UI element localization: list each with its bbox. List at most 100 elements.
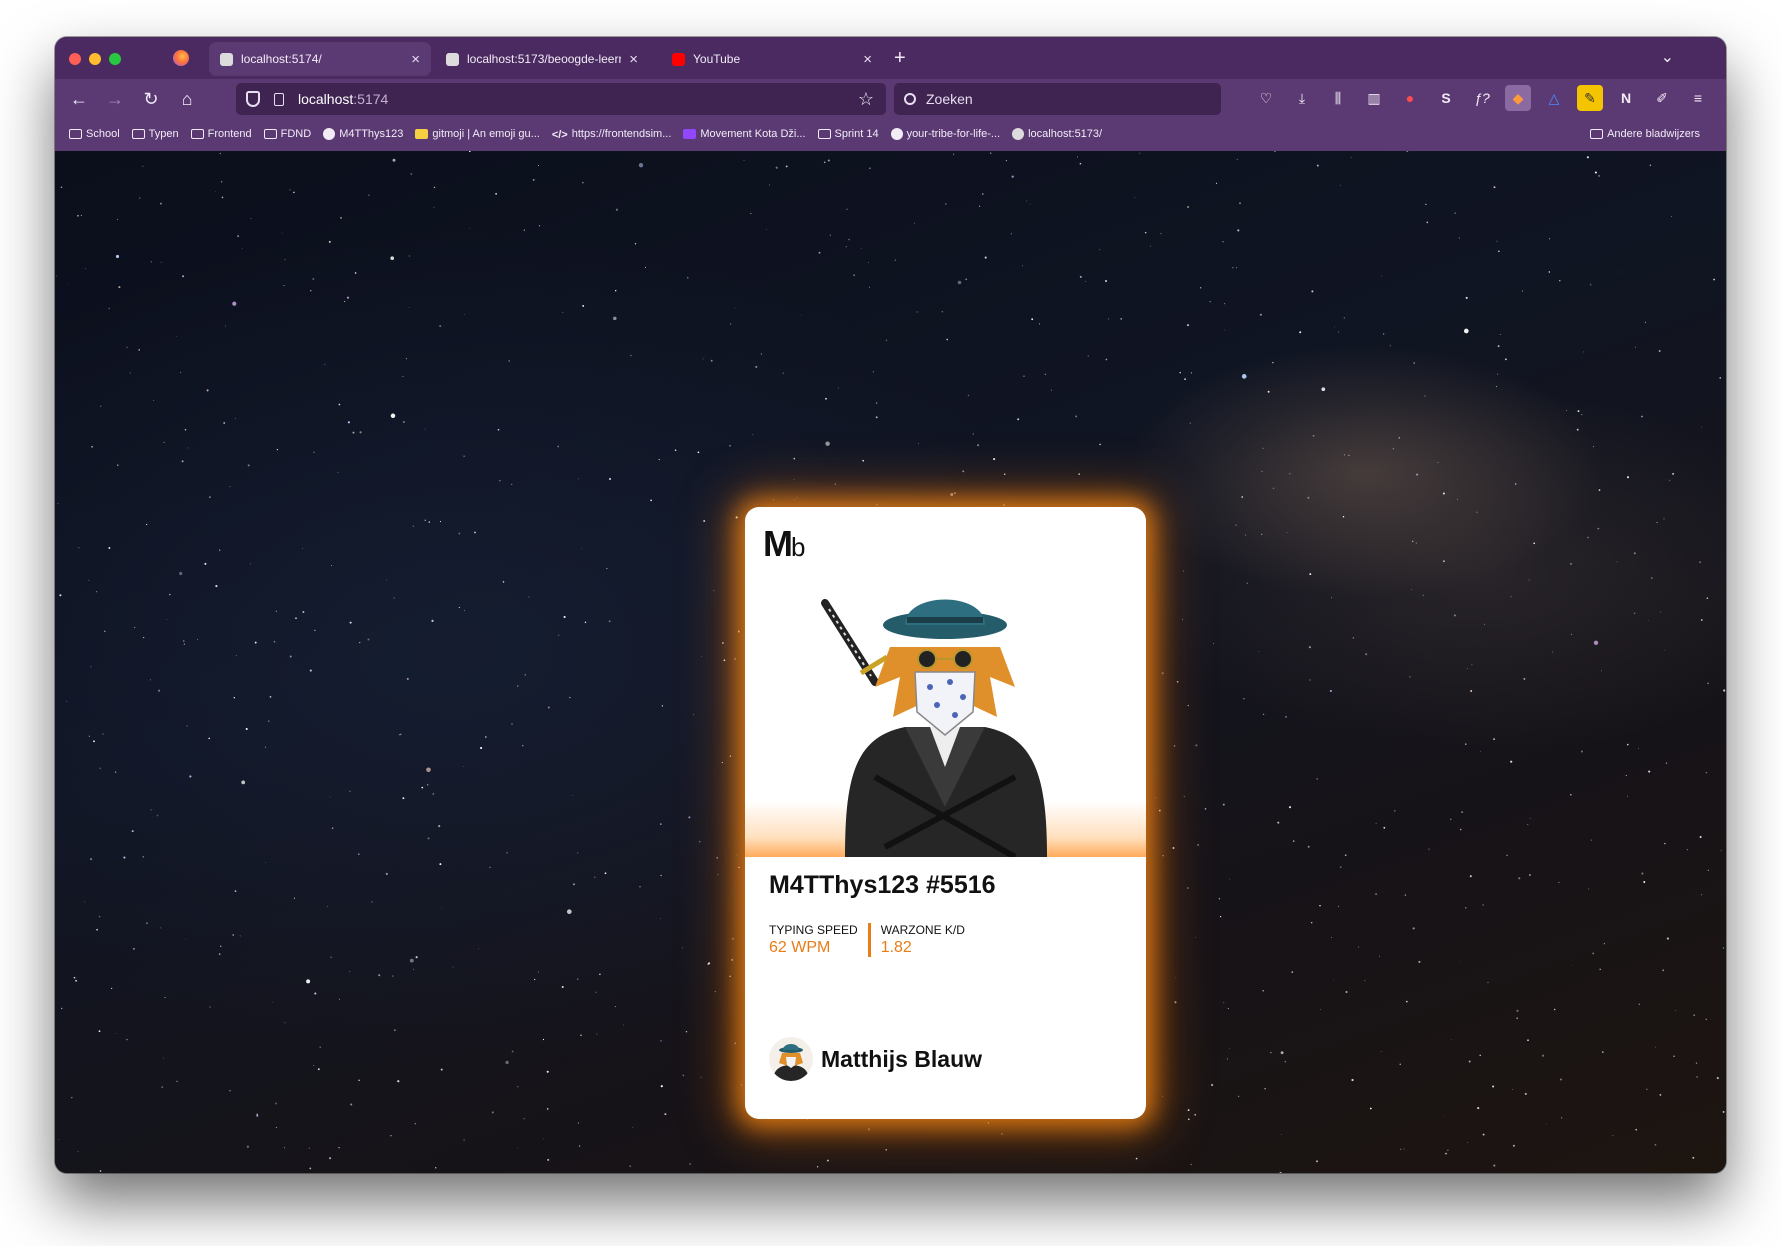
close-tab-icon[interactable]: × [629,51,638,68]
star [1529,874,1531,876]
star [1659,1094,1662,1096]
star [1722,1110,1725,1113]
star [1487,981,1489,983]
star [176,1080,178,1082]
list-all-tabs-chevron-icon[interactable]: ⌄ [1661,47,1674,67]
pocket-icon[interactable]: ♡ [1253,85,1279,111]
star [867,262,869,264]
reload-icon[interactable]: ↻ [139,87,163,111]
sidebar-icon[interactable]: ▥ [1361,85,1387,111]
maximize-window-button[interactable] [109,53,121,65]
star [576,978,579,980]
bookmark-gitmoji[interactable]: gitmoji | An emoji gu... [415,128,540,140]
minimize-window-button[interactable] [89,53,101,65]
star [702,358,704,360]
star [1627,795,1628,797]
lock-extension-icon[interactable]: ● [1397,85,1423,111]
firefox-view-icon[interactable] [173,50,189,66]
star [428,521,430,523]
stat-warzone-kd: Warzone K/D 1.82 [867,923,975,957]
new-tab-plus-icon[interactable]: + [894,47,906,70]
star [432,793,435,795]
downloads-icon[interactable]: ⤓ [1289,85,1315,111]
home-icon[interactable]: ⌂ [175,87,199,111]
star [327,905,329,907]
star [1673,1055,1675,1057]
star [1375,822,1377,824]
star [150,261,152,263]
star [862,459,865,462]
yellow-extension-icon[interactable]: ✎ [1577,85,1603,111]
star [359,431,362,434]
bookmark-school[interactable]: School [69,128,120,140]
star [1076,156,1079,158]
star [160,261,162,263]
star [61,1007,63,1010]
address-bar[interactable]: localhost :5174 ☆ [236,83,886,115]
star [687,277,689,279]
triangle-extension-icon[interactable]: △ [1541,85,1567,111]
star [660,823,662,825]
star [876,503,878,506]
star [965,278,967,281]
bookmark-sprint-14[interactable]: Sprint 14 [817,128,879,140]
star [868,286,870,288]
bookmark-other-folder[interactable]: Andere bladwijzers [1590,121,1700,147]
star [1665,762,1668,764]
star [734,1042,737,1045]
orange-extension-icon[interactable]: ◆ [1505,85,1531,111]
notion-icon[interactable]: N [1613,85,1639,111]
close-window-button[interactable] [69,53,81,65]
twitch-icon [683,129,697,139]
bookmark-frontendsim[interactable]: </> https://frontendsim... [552,128,672,141]
tracking-protection-shield-icon[interactable] [246,91,260,107]
star [1459,828,1462,831]
close-tab-icon[interactable]: × [863,51,872,68]
star [834,483,836,485]
tab-localhost-5174[interactable]: localhost:5174/ × [210,43,430,75]
star [90,666,92,668]
tab-youtube[interactable]: YouTube × [662,43,882,75]
bookmark-typen[interactable]: Typen [131,128,179,140]
library-icon[interactable]: ⫼ [1325,85,1351,111]
bookmark-frontend[interactable]: Frontend [190,128,252,140]
star [289,655,292,658]
star [139,197,141,199]
star [1598,174,1601,177]
star [1664,842,1666,845]
star [59,594,62,597]
hamburger-menu-icon[interactable]: ≡ [1685,85,1711,111]
star [875,416,878,419]
star [118,286,121,289]
star [1079,162,1082,165]
s-extension-icon[interactable]: S [1433,85,1459,111]
bookmark-your-tribe[interactable]: your-tribe-for-life-... [890,128,1000,140]
github-icon [323,128,336,140]
star [1380,1051,1382,1053]
search-input[interactable]: Zoeken [894,83,1221,115]
star [464,314,465,315]
close-tab-icon[interactable]: × [411,51,420,68]
star [1284,1060,1287,1063]
star [595,991,597,993]
star [1331,597,1332,599]
back-arrow-icon[interactable]: ← [67,87,91,111]
star [1044,373,1046,375]
eyedropper-icon[interactable]: ✐ [1649,85,1675,111]
bookmark-localhost-5173[interactable]: localhost:5173/ [1012,128,1102,140]
function-extension-icon[interactable]: ƒ? [1469,85,1495,111]
star [1005,160,1007,162]
star [197,638,199,640]
star [1621,271,1623,273]
forward-arrow-icon[interactable]: → [103,87,127,111]
bookmark-star-icon[interactable]: ☆ [858,89,874,110]
star [1597,527,1600,530]
bookmark-movement-kota[interactable]: Movement Kota Dži... [683,128,806,140]
page-info-icon[interactable] [274,92,284,106]
star [1244,534,1246,536]
bookmark-m4tthys123[interactable]: M4TThys123 [323,128,403,140]
star [1634,346,1636,348]
bookmark-fdnd[interactable]: FDND [263,128,311,140]
tab-localhost-5173[interactable]: localhost:5173/beoogde-leerres × [436,43,648,75]
star [1262,990,1264,992]
